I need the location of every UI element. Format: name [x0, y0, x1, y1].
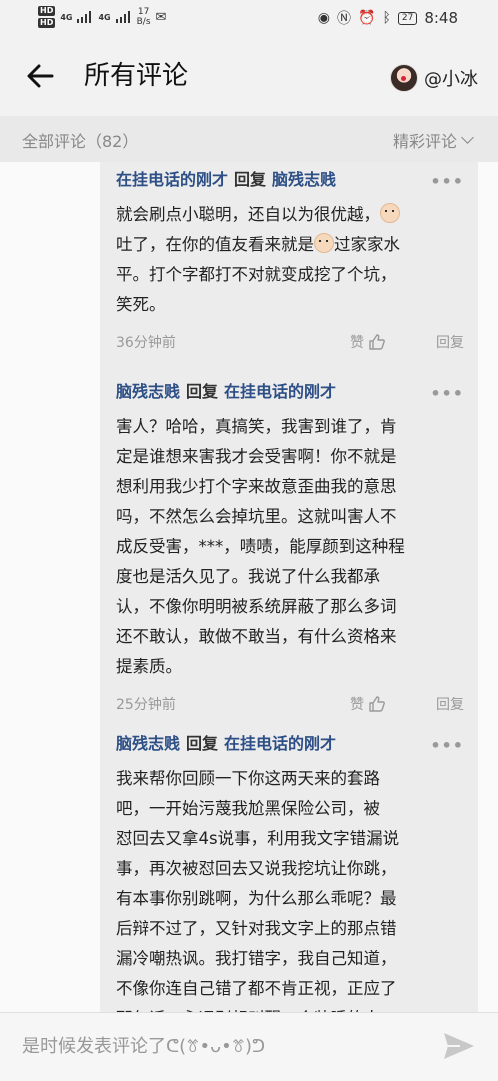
- network-label-2: 4G: [98, 12, 111, 22]
- signal-icon: [77, 11, 93, 23]
- sort-label[interactable]: 精彩评论: [393, 128, 457, 152]
- thumbs-up-icon[interactable]: [368, 695, 386, 713]
- reply-author[interactable]: 脑残志贱: [116, 734, 180, 753]
- reply-body: 我来帮你回顾一下你这两天来的套路 吧，一开始污蔑我尬黑保险公司，被 怼回去又拿4…: [116, 769, 400, 1012]
- reply-meta: 36分钟前 赞 回复: [116, 332, 470, 356]
- reply-header: 脑残志贱 回复 在挂电话的刚才: [116, 380, 470, 404]
- reply-item: 脑残志贱 回复 在挂电话的刚才 ••• 我来帮你回顾一下你这两天来的套路 吧，一开始…: [116, 732, 470, 1012]
- status-left: HD HD 4G 4G 17 B/s ✉: [38, 6, 166, 28]
- more-dots-icon[interactable]: •••: [430, 736, 464, 755]
- reply-button[interactable]: 回复: [436, 332, 464, 352]
- hd-badge-2: HD: [38, 18, 56, 28]
- reply-author[interactable]: 脑残志贱: [116, 382, 180, 401]
- alarm-icon: ⏰: [358, 10, 376, 26]
- username[interactable]: @小冰: [424, 65, 478, 91]
- reply-target[interactable]: 脑残志贱: [272, 170, 336, 189]
- avatar[interactable]: [390, 64, 418, 92]
- status-right: ◉ Ⓝ ⏰ ᛒ 27 8:48: [318, 8, 458, 28]
- nfc-icon: Ⓝ: [337, 11, 352, 27]
- reply-author[interactable]: 在挂电话的刚才: [116, 170, 228, 189]
- reply-target[interactable]: 在挂电话的刚才: [224, 734, 336, 753]
- eye-icon: ◉: [317, 10, 331, 26]
- reply-word: 回复: [186, 734, 219, 753]
- reply-time: 36分钟前: [116, 335, 176, 351]
- reply-meta: 25分钟前 赞 回复: [116, 694, 470, 718]
- reply-target[interactable]: 在挂电话的刚才: [224, 382, 336, 401]
- thumbs-up-icon[interactable]: [368, 333, 386, 351]
- like-button[interactable]: 赞: [350, 694, 386, 714]
- more-dots-icon[interactable]: •••: [430, 384, 464, 403]
- like-button[interactable]: 赞: [350, 332, 386, 352]
- clock: 8:48: [424, 9, 458, 27]
- status-bar: HD HD 4G 4G 17 B/s ✉ ◉ Ⓝ ⏰ ᛒ 27 8:48: [0, 0, 498, 36]
- battery-icon: 27: [397, 11, 418, 25]
- sort-dropdown[interactable]: 精彩评论: [393, 128, 474, 152]
- baby-face-emoji: [314, 233, 334, 253]
- net-speed: 17 B/s: [136, 7, 151, 27]
- reply-body: 害人？哈哈，真搞笑，我害到谁了，肯 定是谁想来害我才会受害啊！你不就是 想利用我…: [116, 417, 405, 676]
- wechat-icon: ✉: [155, 9, 167, 25]
- chevron-down-icon[interactable]: [461, 131, 474, 144]
- send-icon[interactable]: [442, 1031, 476, 1061]
- reply-word: 回复: [186, 382, 219, 401]
- reply-thread: 在挂电话的刚才 回复 脑残志贱 ••• 就会刷点小聪明，还自以为很优越， 吐了，在你的…: [0, 162, 498, 1012]
- user-profile[interactable]: @小冰: [390, 64, 478, 92]
- reply-button[interactable]: 回复: [436, 694, 464, 714]
- reply-body: 就会刷点小聪明，还自以为很优越， 吐了，在你的值友看来就是 过家家水 平。打个字都打不…: [116, 203, 400, 314]
- arrow-left-icon[interactable]: [22, 58, 58, 94]
- reply-item: 在挂电话的刚才 回复 脑残志贱 ••• 就会刷点小聪明，还自以为很优越， 吐了，在你的…: [116, 168, 470, 356]
- network-label: 4G: [60, 12, 73, 22]
- hd-badge: HD: [38, 6, 56, 16]
- signal-icon-2: [115, 11, 132, 23]
- baby-face-emoji: [380, 203, 400, 223]
- comment-input-bar: 是时候发表评论了ᕦ(ꔢ•ᴗ•ꔢ)ᕤ: [0, 1012, 498, 1081]
- all-comments-count: 全部评论（82）: [22, 132, 139, 151]
- reply-time: 25分钟前: [116, 697, 176, 713]
- app-bar: 所有评论 @小冰: [0, 36, 498, 116]
- reply-item: 脑残志贱 回复 在挂电话的刚才 ••• 害人？哈哈，真搞笑，我害到谁了，肯 定是谁想…: [116, 380, 470, 718]
- reply-header: 在挂电话的刚才 回复 脑残志贱: [116, 168, 470, 192]
- filter-bar: 全部评论（82） 精彩评论: [0, 116, 498, 162]
- reply-header: 脑残志贱 回复 在挂电话的刚才: [116, 732, 470, 756]
- bluetooth-icon: ᛒ: [382, 10, 391, 26]
- comment-input[interactable]: 是时候发表评论了ᕦ(ꔢ•ᴗ•ꔢ)ᕤ: [22, 1027, 412, 1067]
- more-dots-icon[interactable]: •••: [430, 172, 464, 191]
- reply-word: 回复: [234, 170, 267, 189]
- page-title: 所有评论: [84, 61, 189, 91]
